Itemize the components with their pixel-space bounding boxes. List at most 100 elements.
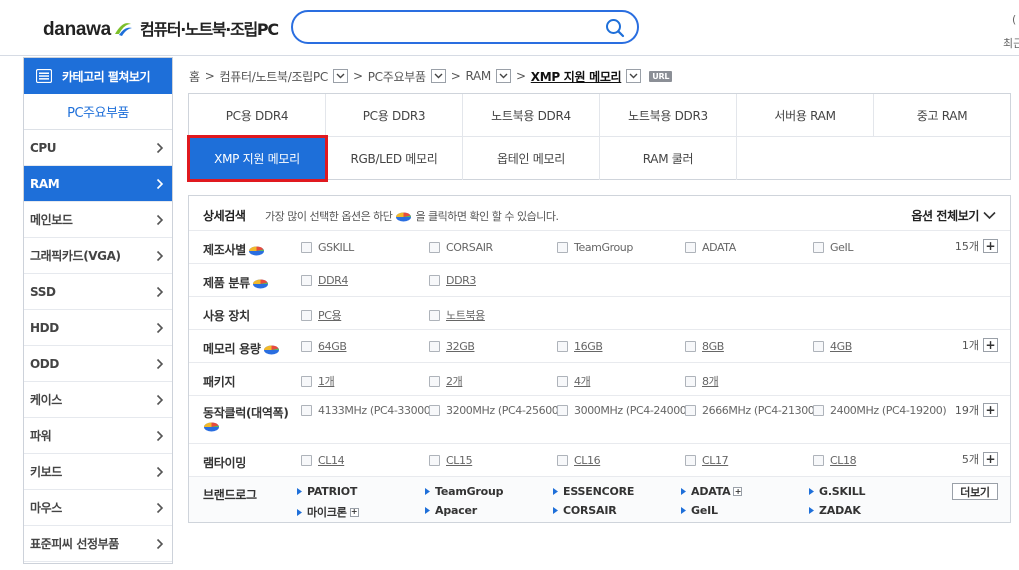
popular-pie-icon[interactable] [203,420,220,432]
filter-option[interactable]: 64GB [301,340,347,353]
filter-checkbox[interactable] [557,375,568,387]
filter-option[interactable]: 2개 [429,373,463,389]
sidebar-item[interactable]: 마우스 [24,490,172,526]
breadcrumb-dropdown-button[interactable] [430,69,446,83]
filter-option[interactable]: 8개 [685,373,719,389]
more-brands-button[interactable]: 더보기 [952,483,998,500]
filter-checkbox[interactable] [813,341,824,352]
filter-option[interactable]: PC용 [301,307,342,323]
subcategory-tab[interactable]: 서버용 RAM [737,94,874,137]
recent-link[interactable]: 최근 [1003,35,1019,51]
expand-plus-button[interactable]: + [983,338,998,352]
filter-option[interactable]: 16GB [557,340,603,353]
filter-option[interactable]: 4133MHz (PC4-33000) [301,404,435,417]
filter-checkbox[interactable] [429,405,440,416]
breadcrumb-current[interactable]: XMP 지원 메모리 [531,68,622,85]
filter-option[interactable]: DDR4 [301,274,348,287]
expand-plus-button[interactable]: + [983,403,998,417]
subcategory-tab[interactable]: PC용 DDR3 [326,94,463,137]
subcategory-tab[interactable]: 옵테인 메모리 [463,137,600,180]
sidebar-item[interactable]: 파워 [24,418,172,454]
filter-option[interactable]: 1개 [301,373,335,389]
brand-link[interactable]: G.SKILL [809,485,866,498]
search-icon[interactable] [605,18,625,38]
filter-checkbox[interactable] [557,405,568,416]
filter-checkbox[interactable] [429,375,440,387]
filter-checkbox[interactable] [557,341,568,352]
filter-option[interactable]: DDR3 [429,274,476,287]
subcategory-tab-selected[interactable]: XMP 지원 메모리 [187,135,328,182]
category-expand-button[interactable]: 카테고리 펼쳐보기 [24,58,172,94]
breadcrumb-level3[interactable]: RAM [465,69,491,83]
breadcrumb-dropdown-button[interactable] [495,69,511,83]
brand-link[interactable]: PATRIOT [297,485,357,498]
filter-checkbox[interactable] [813,242,824,253]
filter-checkbox[interactable] [557,455,568,466]
sidebar-item[interactable]: 케이스 [24,382,172,418]
expand-plus-button[interactable]: + [983,452,998,466]
filter-option[interactable]: 8GB [685,340,724,353]
brand-link[interactable]: GeIL [681,504,718,517]
brand-expand-plus-button[interactable]: + [733,487,743,496]
filter-option[interactable]: CORSAIR [429,241,493,254]
sidebar-item[interactable]: CPU [24,130,172,166]
subcategory-tab[interactable]: 중고 RAM [874,94,1010,137]
subcategory-tab[interactable]: RGB/LED 메모리 [326,137,463,180]
filter-option[interactable]: 32GB [429,340,475,353]
sidebar-item[interactable]: ODD [24,346,172,382]
filter-option[interactable]: 3000MHz (PC4-24000) [557,404,691,417]
filter-option[interactable]: 노트북용 [429,307,485,323]
filter-checkbox[interactable] [301,275,312,286]
filter-option[interactable]: 4개 [557,373,591,389]
filter-option[interactable]: ADATA [685,241,736,254]
popular-pie-icon[interactable] [252,277,269,289]
filter-checkbox[interactable] [685,405,696,416]
sidebar-item[interactable]: 그래픽카드(VGA) [24,238,172,274]
filter-option[interactable]: 2666MHz (PC4-21300) [685,404,819,417]
subcategory-tab[interactable]: RAM 쿨러 [600,137,737,180]
brand-link[interactable]: ZADAK [809,504,861,517]
filter-checkbox[interactable] [685,341,696,352]
popular-pie-icon[interactable] [248,244,265,256]
filter-checkbox[interactable] [301,405,312,416]
sidebar-item[interactable]: 메인보드 [24,202,172,238]
breadcrumb-level2[interactable]: PC주요부품 [368,68,426,85]
filter-checkbox[interactable] [813,405,824,416]
filter-checkbox[interactable] [429,242,440,253]
filter-checkbox[interactable] [301,375,312,387]
sidebar-item[interactable]: RAM [24,166,172,202]
sidebar-item[interactable]: SSD [24,274,172,310]
filter-checkbox[interactable] [301,455,312,466]
filter-checkbox[interactable] [685,375,696,387]
brand-link[interactable]: CORSAIR [553,504,617,517]
brand-expand-plus-button[interactable]: + [349,507,359,517]
filter-option[interactable]: CL16 [557,454,601,467]
filter-option[interactable]: 2400MHz (PC4-19200) [813,404,947,417]
sidebar-item[interactable]: HDD [24,310,172,346]
filter-checkbox[interactable] [429,275,440,286]
subcategory-tab[interactable]: 노트북용 DDR4 [463,94,600,137]
filter-checkbox[interactable] [429,455,440,466]
sidebar-item[interactable]: 키보드 [24,454,172,490]
brand-link[interactable]: TeamGroup [425,485,504,498]
breadcrumb-dropdown-button[interactable] [332,69,348,83]
sidebar-item[interactable]: 표준피씨 선정부품 [24,526,172,562]
filter-checkbox[interactable] [685,455,696,466]
search-input[interactable] [305,18,595,36]
filter-option[interactable]: CL17 [685,454,729,467]
breadcrumb-home[interactable]: 홈 [189,68,200,85]
sidebar-subtitle[interactable]: PC주요부품 [24,94,172,130]
breadcrumb-level1[interactable]: 컴퓨터/노트북/조립PC [220,68,329,85]
filter-option[interactable]: TeamGroup [557,241,633,254]
category-title[interactable]: 컴퓨터·노트북·조립PC [140,16,279,40]
filter-option[interactable]: 4GB [813,340,852,353]
filter-option[interactable]: GeIL [813,241,853,254]
filter-checkbox[interactable] [301,242,312,253]
filter-checkbox[interactable] [301,309,312,321]
filter-option[interactable]: CL18 [813,454,857,467]
popular-pie-icon[interactable] [263,343,280,355]
brand-link[interactable]: ADATA + [681,485,743,498]
filter-checkbox[interactable] [557,242,568,253]
brand-link[interactable]: ESSENCORE [553,485,634,498]
filter-option[interactable]: GSKILL [301,241,354,254]
